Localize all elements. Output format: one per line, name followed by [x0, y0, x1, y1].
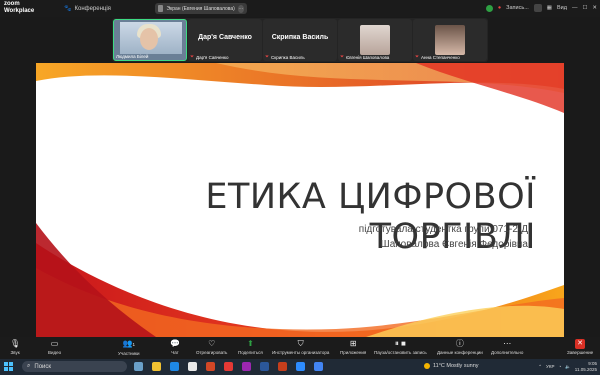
options-icon[interactable]: ⋯: [237, 4, 244, 13]
apps-button[interactable]: ⊞ Приложения: [340, 339, 366, 355]
clock[interactable]: 9:05 11.05.2025: [575, 361, 597, 372]
slide-author: Шаповалова Євгенія Федорівна: [380, 239, 528, 250]
participant-name: Євгенія Шаповалова: [346, 54, 390, 60]
opera-icon[interactable]: [224, 362, 233, 371]
apps-icon: ⊞: [349, 339, 357, 348]
grid-view-icon[interactable]: ▦: [547, 5, 552, 11]
participant-tile[interactable]: ⏷ Євгенія Шаповалова: [338, 19, 412, 61]
maximize-icon[interactable]: ☐: [582, 5, 587, 11]
chat-icon: 💬: [170, 339, 180, 348]
mic-muted-icon: ⏷: [265, 54, 270, 60]
search-icon: ⌕: [27, 363, 31, 369]
pause-icon[interactable]: [533, 4, 542, 12]
zoom-title-bar: zoom Workplace 🐾 Конференція Экран (Евге…: [0, 0, 600, 17]
end-meeting-button[interactable]: ✕ Завершение: [567, 339, 593, 355]
paw-icon: 🐾: [64, 6, 72, 12]
top-right-controls: ● Запись... ▦ Вид — ☐ ✕: [485, 4, 597, 12]
zoom-logo: zoom Workplace: [4, 1, 35, 14]
participant-name: Анна Степанченко: [421, 54, 460, 60]
word-icon[interactable]: [260, 362, 269, 371]
share-button[interactable]: ⬆ Поделиться: [238, 339, 263, 355]
participant-tile[interactable]: Людмила Білей: [113, 19, 187, 61]
info-icon: ⓘ: [455, 339, 464, 348]
avatar: [360, 25, 390, 55]
participant-big-name: Скрипка Василь: [271, 34, 329, 41]
sun-icon: [424, 363, 430, 369]
edge-icon[interactable]: [170, 362, 179, 371]
participant-big-name: Дар'я Савченко: [198, 34, 252, 41]
language-indicator[interactable]: УКР: [546, 364, 554, 369]
start-button[interactable]: [4, 362, 13, 371]
shared-slide: ЕТИКА ЦИФРОВОЇ ТОРГІВЛІ підготувала студ…: [36, 63, 564, 337]
meeting-toolbar: 🎙 Звук ▭ Видео 👥1 Участники 💬 Чат ♡ Отреагиро…: [0, 337, 600, 359]
more-button[interactable]: ⋯ Дополнительно: [491, 339, 523, 355]
participant-tile[interactable]: Скрипка Василь ⏷ Скрипка Василь: [263, 19, 337, 61]
office-icon[interactable]: [206, 362, 215, 371]
microphone-icon: 🎙: [10, 339, 21, 348]
share-arrow-icon: ⬆: [247, 339, 254, 348]
share-label: Экран (Евгения Шаповалова): [166, 5, 235, 12]
system-tray: ⌃ УКР ◔ 🔈 9:05 11.05.2025: [538, 361, 597, 372]
store-icon[interactable]: [188, 362, 197, 371]
app-icon[interactable]: [242, 362, 251, 371]
participant-name: Дар'я Савченко: [196, 54, 229, 60]
view-label[interactable]: Вид: [557, 5, 567, 11]
video-feed-face: [140, 28, 158, 50]
participant-gallery: Людмила Білей Дар'я Савченко ⏷ Дар'я Савч…: [112, 18, 488, 62]
pause-record-button[interactable]: ⏸ ■ Пауза/остановить запись: [374, 339, 427, 355]
powerpoint-icon[interactable]: [278, 362, 287, 371]
zoom-icon[interactable]: [296, 362, 305, 371]
camera-icon: ▭: [50, 339, 59, 348]
wifi-icon[interactable]: ◔: [558, 364, 561, 369]
avatar: [158, 5, 164, 12]
chat-button[interactable]: 💬 Чат: [170, 339, 180, 355]
meeting-info-button[interactable]: ⓘ Данные конференции: [437, 339, 483, 355]
conference-menu[interactable]: 🐾 Конференція: [64, 5, 111, 13]
participant-tile[interactable]: Дар'я Савченко ⏷ Дар'я Савченко: [188, 19, 262, 61]
folder-icon[interactable]: [152, 362, 161, 371]
minimize-icon[interactable]: —: [572, 5, 578, 11]
recording-label[interactable]: Запись...: [506, 5, 529, 11]
react-button[interactable]: ♡ Отреагировать: [196, 339, 227, 355]
search-box[interactable]: ⌕ Поиск: [22, 361, 127, 372]
taskbar-app-icon[interactable]: [134, 362, 143, 371]
participants-button[interactable]: 👥1 Участники: [118, 339, 140, 356]
participants-icon: 👥1: [122, 339, 135, 348]
participant-name: Людмила Білей: [116, 54, 149, 59]
participant-name: Скрипка Василь: [271, 54, 305, 60]
close-icon[interactable]: ✕: [592, 5, 597, 11]
mic-muted-icon: ⏷: [190, 54, 195, 60]
weather-text: 11°C Mostly sunny: [433, 363, 479, 369]
recording-dot-icon: ●: [497, 5, 502, 11]
pause-stop-icon: ⏸ ■: [394, 339, 406, 348]
participant-tile[interactable]: ⏷ Анна Степанченко: [413, 19, 487, 61]
mic-muted-icon: ⏷: [415, 54, 420, 60]
chrome-icon[interactable]: [314, 362, 323, 371]
close-icon: ✕: [575, 339, 586, 349]
chevron-up-icon[interactable]: ⌃: [538, 364, 542, 370]
speaker-icon[interactable]: 🔈: [565, 364, 571, 370]
avatar: [435, 25, 465, 55]
screen-share-pill[interactable]: Экран (Евгения Шаповалова) ⋯: [155, 3, 247, 14]
host-tools-button[interactable]: ⛉ Инструменты организатора: [272, 339, 329, 355]
more-icon: ⋯: [503, 339, 512, 348]
mic-muted-icon: ⏷: [340, 54, 345, 60]
weather-widget[interactable]: 11°C Mostly sunny: [424, 363, 479, 369]
video-button[interactable]: ▭ Видео: [48, 339, 61, 355]
search-placeholder: Поиск: [34, 363, 52, 370]
shield-icon: ⛉: [297, 339, 304, 348]
audio-button[interactable]: 🎙 Звук: [10, 339, 20, 355]
clock-date: 11.05.2025: [574, 366, 597, 372]
windows-taskbar: ⌕ Поиск 11°C Mostly sunny ⌃ УКР ◔ 🔈 9:05…: [0, 359, 600, 375]
slide-subtitle: підготувала студентка групи 071-2-Д: [358, 224, 528, 235]
security-shield-icon[interactable]: [485, 4, 493, 12]
heart-icon: ♡: [208, 339, 216, 348]
conference-label: Конференція: [74, 5, 111, 12]
